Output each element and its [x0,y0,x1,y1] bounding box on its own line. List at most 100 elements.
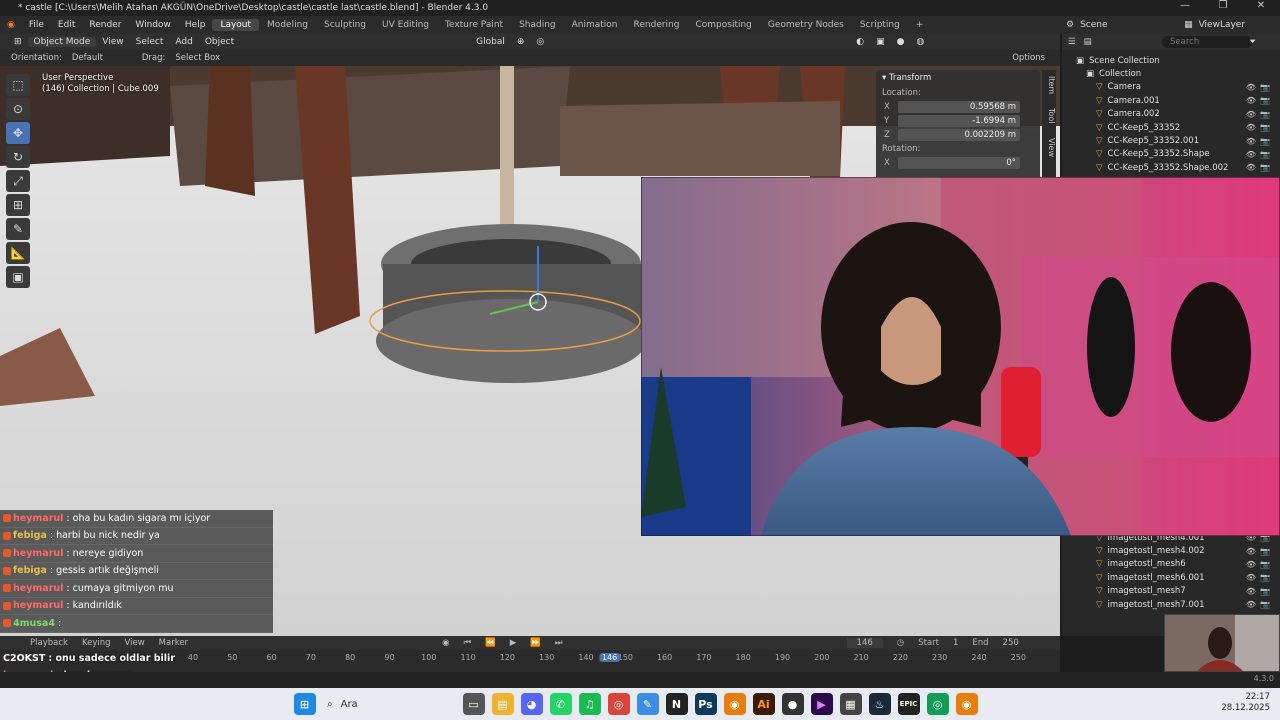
maximize-button[interactable]: ❐ [1204,0,1242,11]
shading-material-icon[interactable]: ◍ [910,37,930,47]
visibility-toggle-icon[interactable]: 👁📷 [1246,110,1274,119]
outliner-row[interactable]: ▽ imagetostl_mesh6 👁📷 [1062,558,1280,571]
overlay-icon[interactable]: ◐ [850,37,870,47]
tab-shading[interactable]: Shading [511,19,564,31]
tab-scripting[interactable]: Scripting [852,19,908,31]
location-z-field[interactable]: 0.002209 m [898,128,1020,141]
location-x-row[interactable]: X 0.59568 m [884,100,1034,113]
visibility-toggle-icon[interactable]: 👁📷 [1246,123,1274,132]
select-tool-icon[interactable]: ⬚ [6,74,30,96]
outliner-row[interactable]: ▽ Camera 👁📷 [1062,81,1280,94]
taskbar-search[interactable]: ⌕ Ara [319,693,459,715]
cursor-tool-icon[interactable]: ⊙ [6,98,30,120]
start-icon[interactable]: ⊞ [293,693,316,715]
tab-compositing[interactable]: Compositing [687,19,759,31]
menu-window[interactable]: Window [128,20,178,30]
visibility-toggle-icon[interactable]: 👁📷 [1246,150,1274,159]
rotation-x-row[interactable]: X 0° [884,156,1034,169]
visibility-toggle-icon[interactable]: 👁📷 [1246,96,1274,105]
outliner-row[interactable]: ▽ Camera.001 👁📷 [1062,94,1280,107]
chat-username[interactable]: heymarul [13,583,63,594]
scale-tool-icon[interactable]: ⤢ [6,170,30,192]
playback-menu[interactable]: Playback [30,638,68,648]
outliner-row[interactable]: ▣ Scene Collection [1062,54,1280,67]
play-icon[interactable]: ▶ [510,638,517,648]
outliner-row[interactable]: ▽ CC-Keep5_33352 👁📷 [1062,121,1280,134]
notes-icon[interactable]: ✎ [636,693,659,715]
chrome-icon[interactable]: ◎ [607,693,630,715]
visibility-toggle-icon[interactable]: 👁📷 [1246,587,1274,596]
menu-help[interactable]: Help [178,20,213,30]
menu-render[interactable]: Render [82,20,128,30]
filter-icon[interactable]: ⏷ [1249,37,1256,47]
tab-tool[interactable]: Tool [1042,108,1056,124]
transform-header[interactable]: ▾ Transform [876,70,1040,86]
add-menu[interactable]: Add [169,37,198,47]
select-menu[interactable]: Select [130,37,170,47]
task-view-icon[interactable]: ▭ [462,693,485,715]
options-dropdown[interactable]: Options [1007,53,1050,63]
orientation-dropdown[interactable]: Default [67,53,137,63]
menu-edit[interactable]: Edit [51,20,82,30]
xray-icon[interactable]: ▣ [870,37,891,47]
outliner-row[interactable]: ▽ imagetostl_mesh7 👁📷 [1062,585,1280,598]
tab-modeling[interactable]: Modeling [259,19,316,31]
chat-username[interactable]: heymarul [13,600,63,611]
location-z-row[interactable]: Z 0.002209 m [884,128,1034,141]
transform-tool-icon[interactable]: ⊞ [6,194,30,216]
viewlayer-label[interactable]: ViewLayer [1199,20,1245,30]
outliner-row[interactable]: ▽ imagetostl_mesh4.002 👁📷 [1062,544,1280,557]
minimize-button[interactable]: — [1166,0,1204,11]
tab-sculpting[interactable]: Sculpting [316,19,374,31]
marker-menu[interactable]: Marker [159,638,188,648]
visibility-toggle-icon[interactable]: 👁📷 [1246,547,1274,556]
visibility-toggle-icon[interactable]: 👁📷 [1246,83,1274,92]
tab-animation[interactable]: Animation [564,19,626,31]
transform-orientation-dropdown[interactable]: Global [470,37,511,47]
location-x-field[interactable]: 0.59568 m [898,100,1020,113]
record-icon[interactable]: ◉ [442,638,449,648]
outliner-search-input[interactable]: Search [1162,36,1252,48]
prev-key-icon[interactable]: ⏪ [485,638,496,648]
add-cube-tool-icon[interactable]: ▣ [6,266,30,288]
outliner-row[interactable]: ▽ CC-Keep5_33352.001 👁📷 [1062,134,1280,147]
outliner-row[interactable]: ▽ Camera.002 👁📷 [1062,108,1280,121]
photoshop-icon[interactable]: Ps [694,693,717,715]
snap-icon[interactable]: ⊕ [511,37,531,47]
outliner-row[interactable]: ▽ CC-Keep5_33352.Shape 👁📷 [1062,148,1280,161]
jump-end-icon[interactable]: ⏭ [555,638,563,648]
visibility-toggle-icon[interactable]: 👁📷 [1246,573,1274,582]
tab-texture-paint[interactable]: Texture Paint [437,19,511,31]
tab-uv-editing[interactable]: UV Editing [374,19,437,31]
location-y-row[interactable]: Y -1.6994 m [884,114,1034,127]
outliner-editor-icon[interactable]: ☰ [1068,37,1076,47]
visibility-toggle-icon[interactable]: 👁📷 [1246,137,1274,146]
clock-icon[interactable]: ◷ [897,638,904,648]
current-frame-field[interactable]: 146 [846,638,883,648]
annotate-tool-icon[interactable]: ✎ [6,218,30,240]
measure-tool-icon[interactable]: 📐 [6,242,30,264]
discord-icon[interactable]: ◕ [520,693,543,715]
outliner-row[interactable]: ▽ imagetostl_mesh6.001 👁📷 [1062,571,1280,584]
app-icon[interactable]: ▦ [839,693,862,715]
visibility-toggle-icon[interactable]: 👁📷 [1246,600,1274,609]
tab-item[interactable]: Item [1042,76,1056,94]
tab-geometry-nodes[interactable]: Geometry Nodes [760,19,852,31]
outliner-row[interactable]: ▽ CC-Keep5_33352.Shape.002 👁📷 [1062,161,1280,174]
rotation-x-field[interactable]: 0° [898,156,1020,169]
view-menu[interactable]: View [96,37,129,47]
epic-icon[interactable]: EPIC [897,693,920,715]
scene-selector[interactable]: ⚙ Scene ▦ ViewLayer [1066,16,1245,34]
notion-icon[interactable]: N [665,693,688,715]
blender-active-icon[interactable]: ◉ [955,693,978,715]
blender-icon[interactable]: ◉ [723,693,746,715]
keying-menu[interactable]: Keying [82,638,111,648]
visibility-toggle-icon[interactable]: 👁📷 [1246,560,1274,569]
obs-icon[interactable]: ● [781,693,804,715]
tab-layout[interactable]: Layout [212,19,260,31]
move-tool-icon[interactable]: ✥ [6,122,30,144]
visibility-toggle-icon[interactable]: 👁📷 [1246,163,1274,172]
end-field[interactable]: 250 [1003,638,1019,648]
system-clock[interactable]: 22:17 28.12.2025 [1221,692,1270,714]
blender-logo-icon[interactable]: ◉ [0,20,22,30]
